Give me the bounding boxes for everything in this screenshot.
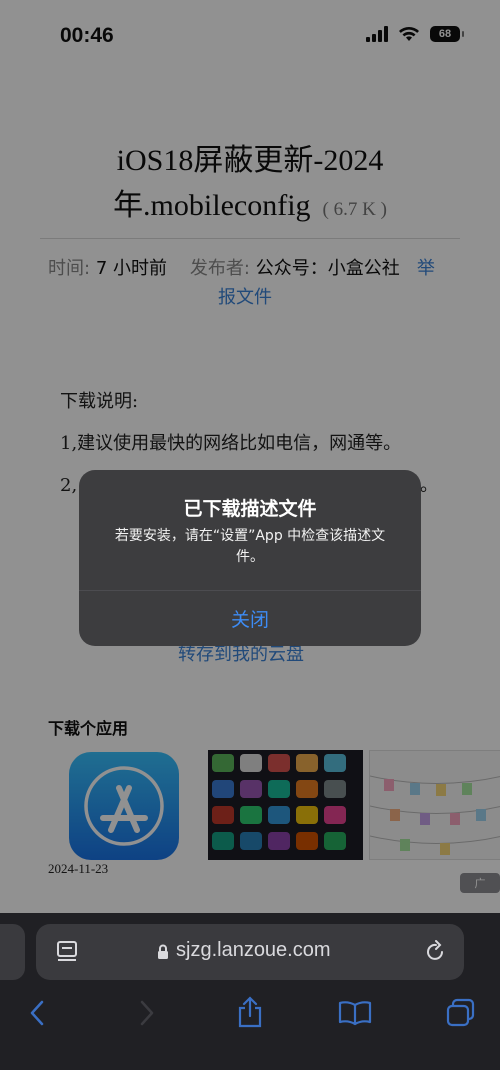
forward-icon[interactable] <box>138 1000 156 1026</box>
reload-icon[interactable] <box>425 940 447 964</box>
url-text[interactable]: sjzg.lanzoue.com <box>176 939 331 962</box>
lock-icon <box>158 944 168 959</box>
reader-icon[interactable] <box>56 940 78 964</box>
alert-message: 若要安装，请在“设置”App 中检查该描述文件。 <box>114 528 386 565</box>
previous-tab-bar[interactable] <box>0 924 25 980</box>
download-profile-alert: 已下载描述文件 若要安装，请在“设置”App 中检查该描述文件。 关闭 <box>79 470 421 646</box>
share-icon[interactable] <box>235 996 265 1028</box>
alert-title: 已下载描述文件 <box>183 498 317 520</box>
tabs-icon[interactable] <box>445 998 477 1028</box>
close-button[interactable]: 关闭 <box>79 591 421 646</box>
back-icon[interactable] <box>28 1000 46 1026</box>
bookmarks-icon[interactable] <box>338 1000 372 1026</box>
